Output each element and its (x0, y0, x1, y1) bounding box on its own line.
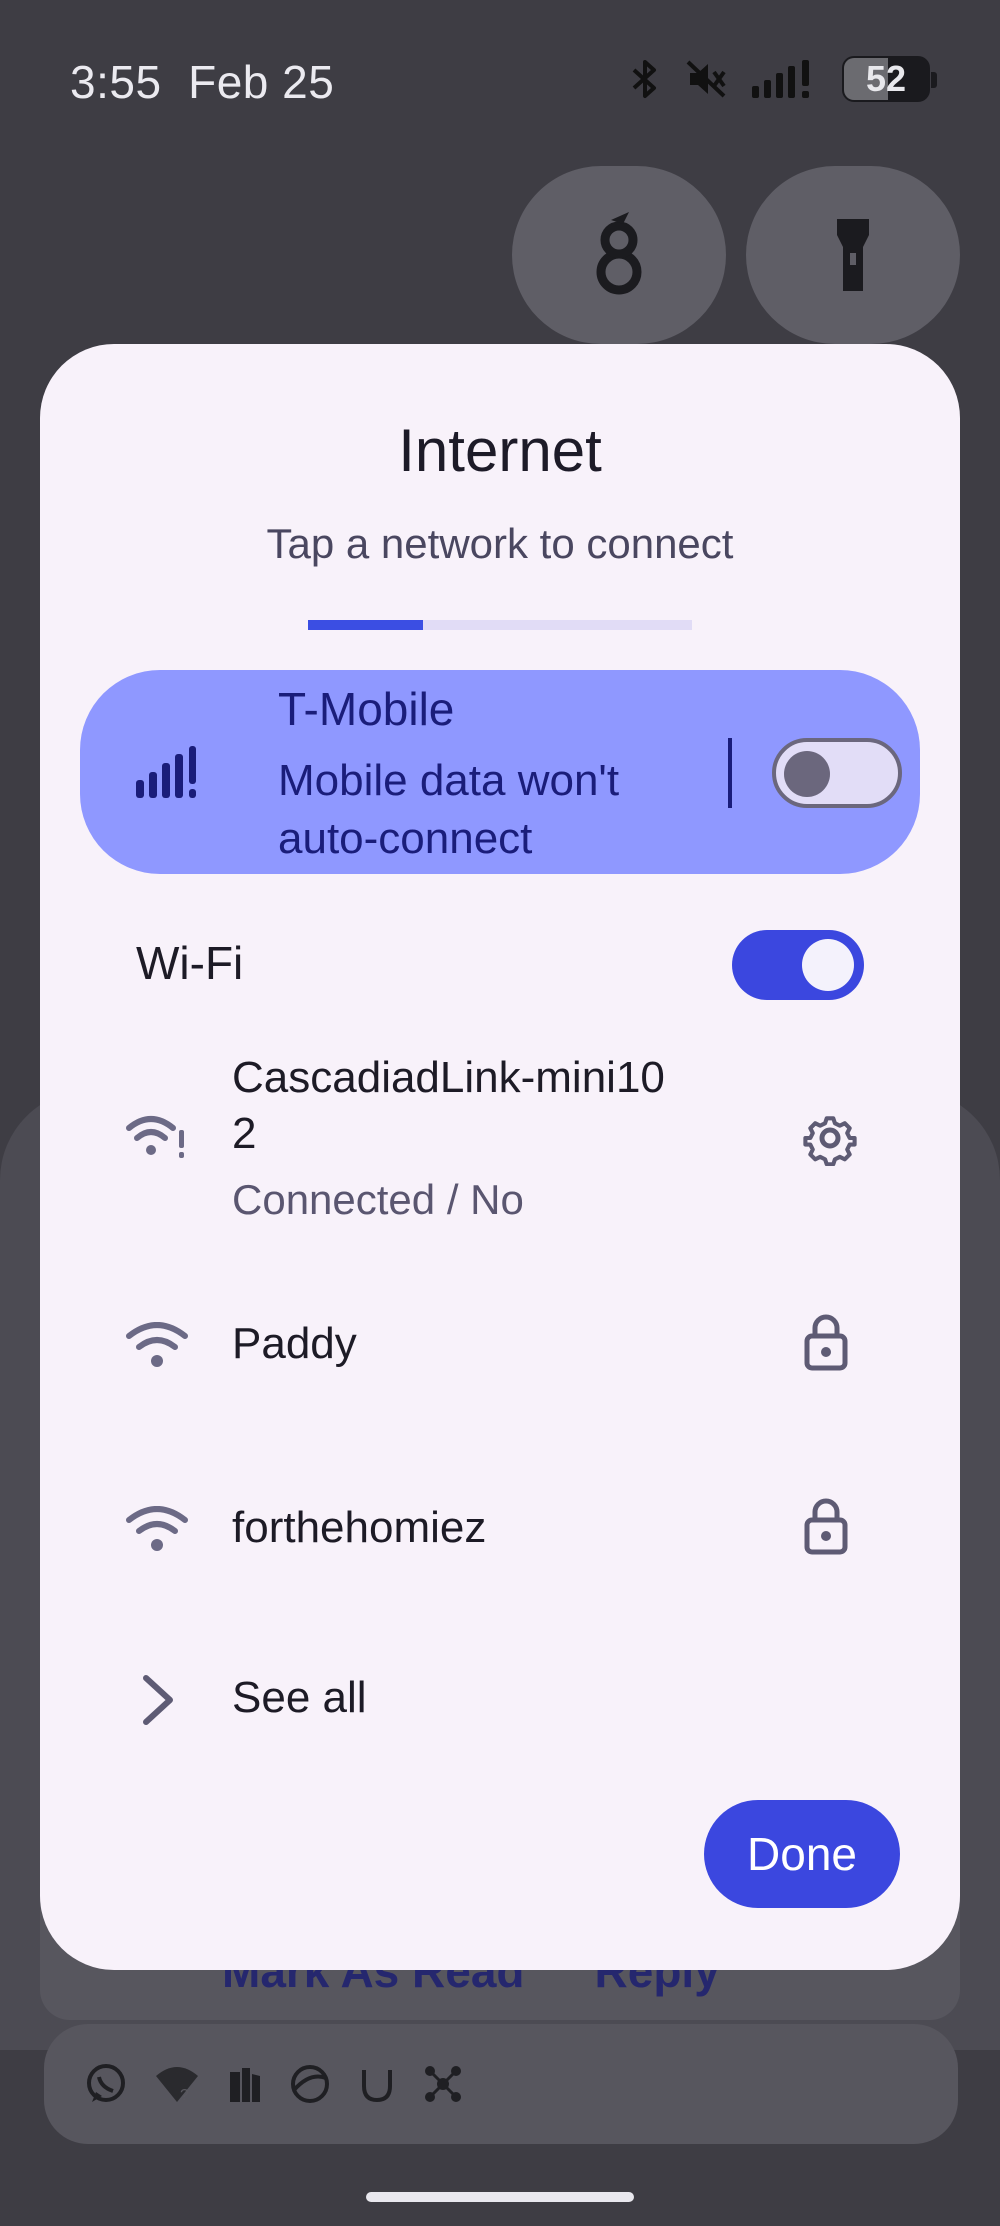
status-clock: 3:55 Feb 25 (70, 55, 334, 109)
wireguard-icon (596, 212, 642, 295)
mobile-data-status: Mobile data won't auto-connect (278, 756, 620, 863)
battery-icon: 52 (842, 56, 937, 102)
status-date: Feb 25 (188, 56, 335, 108)
wifi-network-forthehomiez[interactable]: forthehomiez (40, 1478, 960, 1578)
network-status: Connected / No (232, 1176, 524, 1223)
whatsapp-icon (87, 2064, 125, 2102)
battery-level: 52 (865, 58, 907, 99)
see-all-label: See all (232, 1673, 367, 1722)
network-name: CascadiadLink-mini10 2 (232, 1053, 665, 1158)
cell-signal-icon (752, 60, 809, 98)
wifi-label: Wi-Fi (136, 937, 244, 989)
wireguard-tile[interactable] (512, 166, 726, 344)
wifi-icon (126, 1506, 188, 1551)
home-indicator[interactable] (366, 2192, 634, 2202)
wifi-network-paddy[interactable]: Paddy (40, 1294, 960, 1394)
lock-icon (804, 1314, 848, 1371)
network-name: Paddy (232, 1319, 357, 1368)
toggle-knob (802, 939, 854, 991)
done-button[interactable]: Done (704, 1800, 900, 1908)
files-icon (230, 2068, 260, 2102)
mobile-data-toggle[interactable] (772, 738, 902, 808)
u-app-icon (362, 2070, 392, 2103)
nodes-icon (425, 2066, 461, 2102)
wifi-unknown-icon: ? (156, 2067, 198, 2104)
wifi-attention-icon (126, 1116, 184, 1158)
toggle-knob (784, 751, 830, 797)
mobile-carrier-name: T-Mobile (278, 683, 455, 735)
scan-progress-fill (308, 620, 424, 630)
flashlight-tile[interactable] (746, 166, 960, 344)
mobile-data-card[interactable]: T-Mobile Mobile data won't auto-connect (80, 670, 920, 874)
mobile-divider (728, 738, 732, 808)
background-app-icons-bar: ? (44, 2024, 958, 2144)
settings-icon[interactable] (802, 1110, 858, 1166)
bluetooth-icon (632, 60, 656, 98)
svg-text:?: ? (180, 2087, 189, 2104)
chevron-right-icon (143, 1675, 173, 1725)
cell-signal-icon (136, 746, 196, 798)
status-icons: 52 (628, 56, 937, 102)
mute-icon (686, 60, 726, 98)
wifi-icon (126, 1322, 188, 1367)
flashlight-icon (837, 219, 869, 291)
status-time: 3:55 (70, 56, 162, 108)
dialog-subtitle: Tap a network to connect (266, 520, 734, 567)
lock-icon (804, 1498, 848, 1555)
wifi-network-connected[interactable]: CascadiadLink-mini10 2 Connected / No (40, 1034, 960, 1223)
see-all-row[interactable]: See all (40, 1650, 960, 1750)
vpn-icon (291, 2065, 329, 2103)
status-bar: 3:55 Feb 25 52 (0, 0, 1000, 170)
internet-dialog: Internet Tap a network to connect T-Mobi… (40, 344, 960, 1970)
wifi-toggle[interactable] (732, 930, 864, 1000)
battery-nub (931, 72, 937, 88)
network-name: forthehomiez (232, 1503, 487, 1552)
dialog-title: Internet (398, 417, 602, 484)
scan-progress-bar (308, 620, 692, 630)
